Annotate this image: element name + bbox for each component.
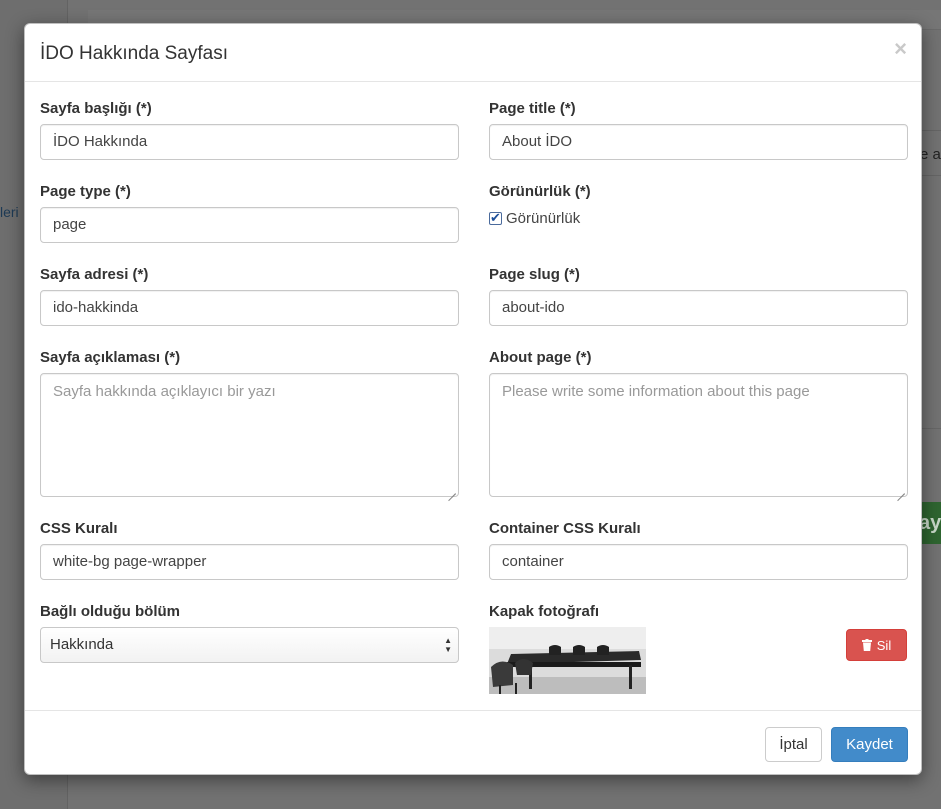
about-page-label: About page (*) bbox=[489, 349, 592, 366]
page-type-label: Page type (*) bbox=[40, 183, 131, 200]
container-css-input[interactable]: container bbox=[489, 544, 908, 580]
kapak-fotografi-label: Kapak fotoğrafı bbox=[489, 603, 600, 620]
about-page-textarea[interactable]: Please write some information about this… bbox=[489, 373, 908, 497]
sayfa-aciklamasi-textarea[interactable]: Sayfa hakkında açıklayıcı bir yazı bbox=[40, 373, 459, 497]
cover-photo-thumbnail bbox=[489, 627, 646, 694]
sayfa-basligi-input[interactable]: İDO Hakkında bbox=[40, 124, 459, 160]
page-slug-label: Page slug (*) bbox=[489, 266, 580, 283]
bagli-bolum-selected: Hakkında bbox=[50, 636, 114, 653]
css-kurali-label: CSS Kuralı bbox=[40, 520, 118, 537]
background-sidebar-text: leri bbox=[0, 204, 19, 220]
save-button[interactable]: Kaydet bbox=[831, 727, 908, 762]
resize-grip-icon[interactable] bbox=[448, 486, 456, 494]
bagli-bolum-select[interactable]: Hakkında ▲ ▼ bbox=[40, 627, 459, 663]
select-arrows-icon: ▲ ▼ bbox=[444, 636, 452, 654]
modal-title: İDO Hakkında Sayfası bbox=[40, 43, 228, 64]
sayfa-basligi-label: Sayfa başlığı (*) bbox=[40, 100, 152, 117]
resize-grip-icon[interactable] bbox=[897, 486, 905, 494]
trash-icon bbox=[861, 639, 872, 651]
background-panel-text: e a bbox=[920, 146, 941, 163]
page-title-input[interactable]: About İDO bbox=[489, 124, 908, 160]
close-icon[interactable]: × bbox=[894, 38, 907, 60]
gorunurluk-label: Görünürlük (*) bbox=[489, 183, 591, 200]
page-slug-input[interactable]: about-ido bbox=[489, 290, 908, 326]
sayfa-aciklamasi-placeholder: Sayfa hakkında açıklayıcı bir yazı bbox=[53, 383, 276, 400]
sayfa-aciklamasi-label: Sayfa açıklaması (*) bbox=[40, 349, 181, 366]
gorunurluk-checkbox-label[interactable]: Görünürlük bbox=[506, 210, 580, 227]
edit-page-modal: İDO Hakkında Sayfası × Sayfa başlığı (*)… bbox=[24, 23, 922, 775]
cancel-button[interactable]: İptal bbox=[765, 727, 822, 762]
page-title-label: Page title (*) bbox=[489, 100, 576, 117]
sayfa-adresi-label: Sayfa adresi (*) bbox=[40, 266, 149, 283]
sayfa-adresi-input[interactable]: ido-hakkinda bbox=[40, 290, 459, 326]
about-page-placeholder: Please write some information about this… bbox=[502, 383, 810, 400]
page-type-input[interactable]: page bbox=[40, 207, 459, 243]
delete-photo-label: Sil bbox=[876, 637, 892, 653]
container-css-label: Container CSS Kuralı bbox=[489, 520, 641, 537]
gorunurluk-checkbox-row[interactable]: Görünürlük bbox=[489, 210, 580, 227]
modal-header: İDO Hakkında Sayfası × bbox=[25, 24, 921, 82]
delete-photo-button[interactable]: Sil bbox=[846, 629, 907, 661]
bagli-bolum-label: Bağlı olduğu bölüm bbox=[40, 603, 180, 620]
gorunurluk-checkbox[interactable] bbox=[489, 210, 502, 226]
modal-footer: İptal Kaydet bbox=[25, 710, 921, 776]
css-kurali-input[interactable]: white-bg page-wrapper bbox=[40, 544, 459, 580]
